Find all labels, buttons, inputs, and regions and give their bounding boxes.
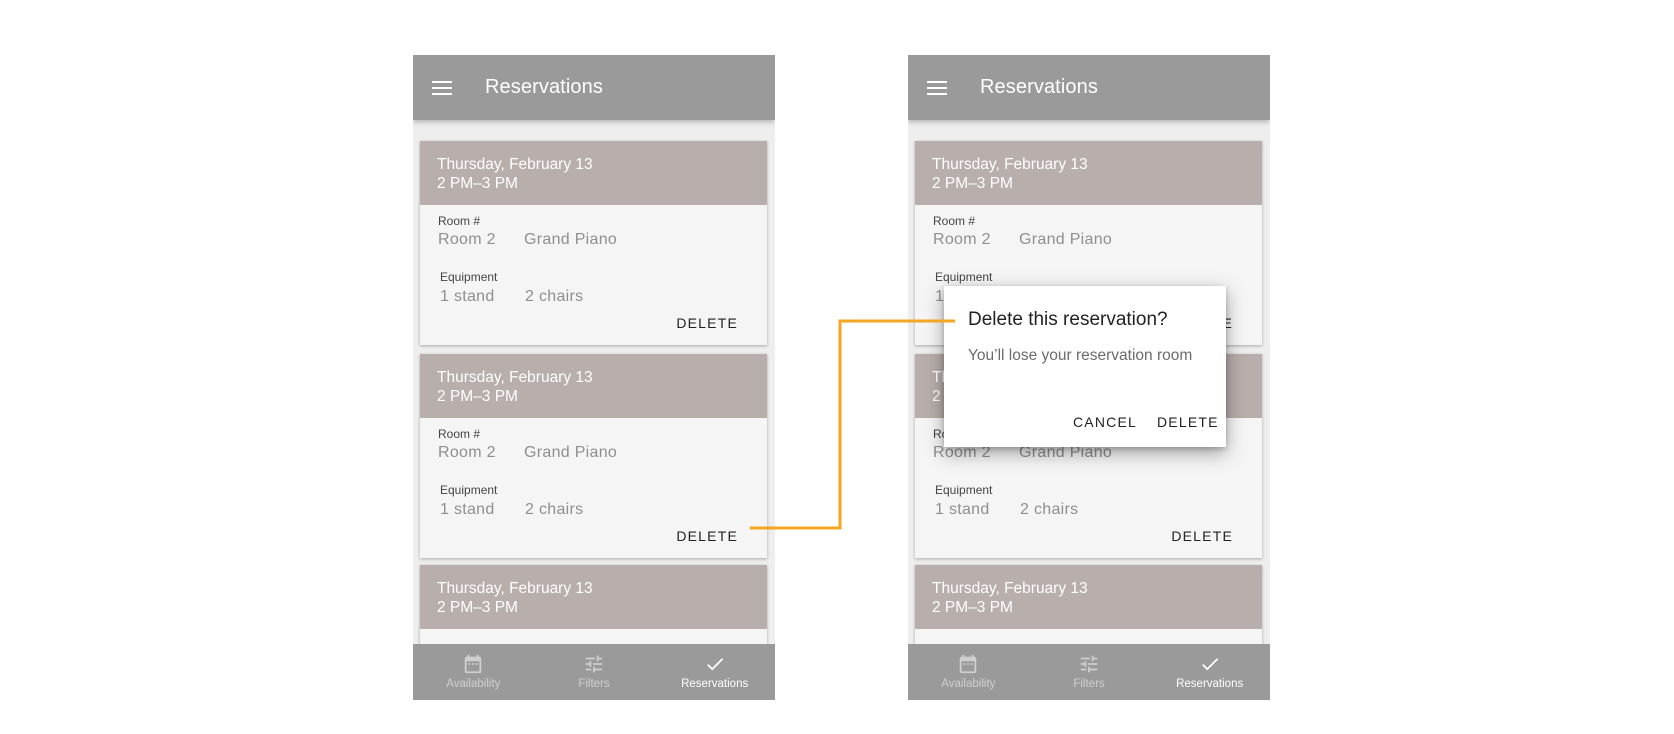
bottom-navigation: Availability Filters Reservations [908, 644, 1270, 700]
card-header: Thursday, February 13 2 PM–3 PM [420, 141, 767, 205]
calendar-icon [957, 653, 979, 675]
reservation-time: 2 PM–3 PM [932, 599, 1013, 616]
dialog-title: Delete this reservation? [968, 309, 1168, 330]
equipment-item: 2 chairs [1020, 501, 1079, 518]
room-value: Room 2 [933, 231, 991, 248]
check-icon [1199, 653, 1221, 675]
dialog-delete-button[interactable]: DELETE [1157, 414, 1219, 430]
nav-item-reservations[interactable]: Reservations [654, 644, 775, 700]
reservation-date: Thursday, February 13 [437, 156, 593, 173]
nav-label: Availability [941, 678, 996, 690]
nav-label: Filters [578, 678, 610, 690]
equipment-label: Equipment [440, 270, 498, 284]
room-extra: Grand Piano [524, 231, 618, 248]
app-bar: Reservations [413, 55, 775, 120]
equipment-label: Equipment [935, 483, 993, 497]
delete-confirmation-dialog: Delete this reservation? You’ll lose you… [944, 286, 1226, 447]
nav-label: Reservations [1176, 678, 1244, 690]
reservation-time: 2 PM–3 PM [437, 388, 518, 405]
room-extra: Grand Piano [1019, 231, 1113, 248]
delete-button[interactable]: DELETE [676, 528, 738, 544]
reservation-time: 2 PM–3 PM [437, 599, 518, 616]
app-title: Reservations [485, 76, 603, 98]
dialog-message: You’ll lose your reservation room [968, 347, 1193, 364]
nav-item-filters[interactable]: Filters [534, 644, 655, 700]
room-label: Room # [438, 214, 481, 228]
reservation-card: Thursday, February 13 2 PM–3 PM Room # R… [420, 141, 767, 345]
room-label: Room # [438, 427, 481, 441]
nav-item-availability[interactable]: Availability [908, 644, 1029, 700]
equipment-item: 1 stand [935, 501, 990, 518]
menu-icon[interactable] [927, 80, 947, 95]
check-icon [704, 653, 726, 675]
room-value: Room 2 [438, 231, 496, 248]
reservation-date: Thursday, February 13 [932, 156, 1088, 173]
reservation-time: 2 PM–3 PM [932, 175, 1013, 192]
nav-label: Filters [1073, 678, 1105, 690]
sliders-icon [1078, 653, 1100, 675]
delete-button[interactable]: DELETE [676, 315, 738, 331]
bottom-navigation: Availability Filters Reservations [413, 644, 775, 700]
room-value: Room 2 [438, 444, 496, 461]
flow-connector [750, 319, 955, 530]
equipment-item: 1 stand [440, 501, 495, 518]
nav-item-filters[interactable]: Filters [1029, 644, 1150, 700]
phone-screen-after: Reservations Thursday, February 13 2 PM–… [908, 55, 1270, 700]
card-header: Thursday, February 13 2 PM–3 PM [915, 565, 1262, 629]
nav-label: Reservations [681, 678, 749, 690]
room-extra: Grand Piano [524, 444, 618, 461]
dialog-cancel-button[interactable]: CANCEL [1073, 414, 1137, 430]
room-label: Room # [933, 214, 976, 228]
nav-item-availability[interactable]: Availability [413, 644, 534, 700]
phone-screen-before: Reservations Thursday, February 13 2 PM–… [413, 55, 775, 700]
nav-label: Availability [446, 678, 501, 690]
calendar-icon [462, 653, 484, 675]
menu-icon[interactable] [432, 80, 452, 95]
equipment-item: 2 chairs [525, 501, 584, 518]
nav-item-reservations[interactable]: Reservations [1149, 644, 1270, 700]
equipment-item: 1 stand [440, 288, 495, 305]
equipment-item: 2 chairs [525, 288, 584, 305]
reservation-date: Thursday, February 13 [932, 580, 1088, 597]
card-header: Thursday, February 13 2 PM–3 PM [915, 141, 1262, 205]
card-header: Thursday, February 13 2 PM–3 PM [420, 354, 767, 418]
reservation-time: 2 PM–3 PM [437, 175, 518, 192]
app-title: Reservations [980, 76, 1098, 98]
delete-button[interactable]: DELETE [1171, 528, 1233, 544]
reservation-date: Thursday, February 13 [437, 369, 593, 386]
card-header: Thursday, February 13 2 PM–3 PM [420, 565, 767, 629]
sliders-icon [583, 653, 605, 675]
equipment-label: Equipment [935, 270, 993, 284]
reservation-card: Thursday, February 13 2 PM–3 PM Room # R… [420, 354, 767, 558]
reservation-date: Thursday, February 13 [437, 580, 593, 597]
app-bar: Reservations [908, 55, 1270, 120]
equipment-label: Equipment [440, 483, 498, 497]
